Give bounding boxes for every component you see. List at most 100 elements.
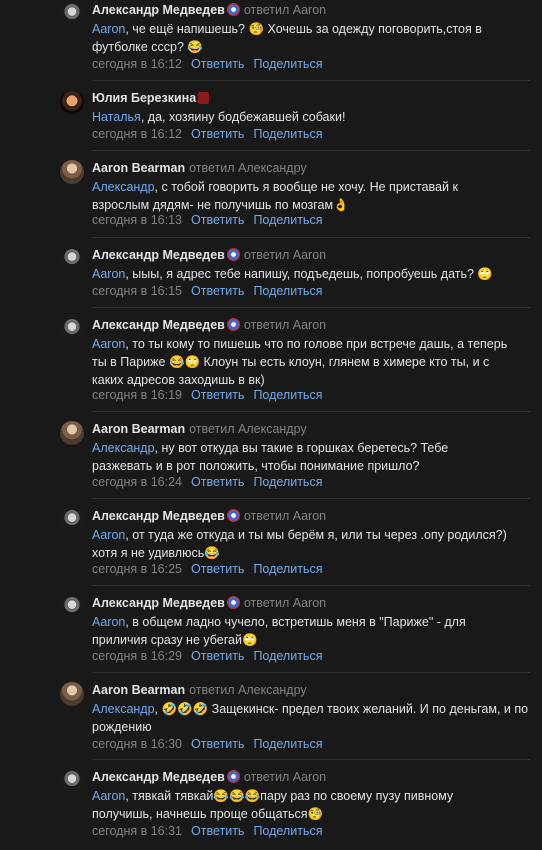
reply-button[interactable]: Ответить	[191, 284, 244, 298]
comment-date[interactable]: сегодня в 16:25	[92, 562, 182, 576]
comment-header: Александр Медведев ответил Aaron	[92, 508, 326, 524]
comment-text: Наталья, да, хозяину бодбежавшей собаки!	[92, 108, 512, 126]
mention-link[interactable]: Aaron	[92, 615, 125, 629]
comment-text: Aaron, то ты кому то пишешь что по голов…	[92, 335, 522, 389]
reply-to[interactable]: ответил Александру	[189, 683, 307, 697]
comment-body: , да, хозяину бодбежавшей собаки!	[140, 110, 346, 124]
share-button[interactable]: Поделиться	[253, 649, 322, 663]
comment-header: Александр Медведев ответил Aaron	[92, 247, 326, 263]
avatar[interactable]	[60, 508, 84, 532]
author-name[interactable]: Александр Медведев	[92, 3, 225, 17]
comment-date[interactable]: сегодня в 16:31	[92, 824, 182, 838]
avatar[interactable]	[60, 317, 84, 341]
share-button[interactable]: Поделиться	[253, 475, 322, 489]
comment-text: Aaron, тявкай тявкай😂😂😂пару раз по своем…	[92, 787, 492, 823]
avatar[interactable]	[60, 90, 84, 114]
reply-to[interactable]: ответил Александру	[189, 161, 307, 175]
reply-to[interactable]: ответил Aaron	[244, 318, 326, 332]
comment-header: Юлия Березкина	[92, 90, 210, 106]
avatar[interactable]	[60, 769, 84, 793]
share-button[interactable]: Поделиться	[253, 284, 322, 298]
author-name[interactable]: Александр Медведев	[92, 770, 225, 784]
divider	[92, 307, 530, 308]
reply-button[interactable]: Ответить	[191, 649, 244, 663]
avatar[interactable]	[60, 421, 84, 445]
share-button[interactable]: Поделиться	[253, 127, 322, 141]
comment-date[interactable]: сегодня в 16:30	[92, 737, 182, 751]
author-name[interactable]: Aaron Bearman	[92, 422, 185, 436]
comment-header: Александр Медведев ответил Aaron	[92, 2, 326, 18]
captain-america-icon	[226, 248, 240, 261]
devil-icon	[198, 92, 210, 104]
comment-date[interactable]: сегодня в 16:12	[92, 57, 182, 71]
reply-button[interactable]: Ответить	[191, 475, 244, 489]
comment-header: Aaron Bearman ответил Александру	[92, 682, 307, 698]
mention-link[interactable]: Александр	[92, 180, 155, 194]
share-button[interactable]: Поделиться	[253, 562, 322, 576]
author-name[interactable]: Юлия Березкина	[92, 91, 196, 105]
avatar[interactable]	[60, 247, 84, 271]
share-button[interactable]: Поделиться	[253, 737, 322, 751]
share-button[interactable]: Поделиться	[253, 213, 322, 227]
comment-text: Aaron, ыыы, я адрес тебе напишу, подъеде…	[92, 265, 522, 283]
author-name[interactable]: Aaron Bearman	[92, 161, 185, 175]
reply-to[interactable]: ответил Aaron	[244, 596, 326, 610]
reply-to[interactable]: ответил Aaron	[244, 3, 326, 17]
share-button[interactable]: Поделиться	[253, 388, 322, 402]
reply-button[interactable]: Ответить	[191, 824, 244, 838]
reply-button[interactable]: Ответить	[191, 562, 244, 576]
author-name[interactable]: Александр Медведев	[92, 509, 225, 523]
comment-date[interactable]: сегодня в 16:19	[92, 388, 182, 402]
reply-button[interactable]: Ответить	[191, 737, 244, 751]
author-name[interactable]: Александр Медведев	[92, 248, 225, 262]
mention-link[interactable]: Александр	[92, 441, 155, 455]
share-button[interactable]: Поделиться	[253, 824, 322, 838]
reply-button[interactable]: Ответить	[191, 127, 244, 141]
comment-meta: сегодня в 16:12 Ответить Поделиться	[92, 56, 322, 72]
comment-meta: сегодня в 16:30 Ответить Поделиться	[92, 736, 322, 752]
comment-date[interactable]: сегодня в 16:24	[92, 475, 182, 489]
author-name[interactable]: Александр Медведев	[92, 318, 225, 332]
reply-to[interactable]: ответил Aaron	[244, 509, 326, 523]
divider	[92, 672, 530, 673]
comment-header: Александр Медведев ответил Aaron	[92, 595, 326, 611]
divider	[92, 150, 530, 151]
comment-date[interactable]: сегодня в 16:12	[92, 127, 182, 141]
mention-link[interactable]: Александр	[92, 702, 155, 716]
comment-text: Aaron, в общем ладно чучело, встретишь м…	[92, 613, 512, 649]
comment-date[interactable]: сегодня в 16:29	[92, 649, 182, 663]
mention-link[interactable]: Наталья	[92, 110, 141, 124]
avatar[interactable]	[60, 682, 84, 706]
avatar[interactable]	[60, 2, 84, 26]
comment-text: Александр, 🤣🤣🤣 Защекинск- предел твоих ж…	[92, 700, 532, 736]
reply-button[interactable]: Ответить	[191, 57, 244, 71]
share-button[interactable]: Поделиться	[253, 57, 322, 71]
author-name[interactable]: Александр Медведев	[92, 596, 225, 610]
captain-america-icon	[226, 770, 240, 783]
reply-to[interactable]: ответил Aaron	[244, 770, 326, 784]
comment-meta: сегодня в 16:24 Ответить Поделиться	[92, 474, 322, 490]
mention-link[interactable]: Aaron	[92, 528, 125, 542]
comment-text: Александр, с тобой говорить я вообще не …	[92, 178, 492, 214]
reply-button[interactable]: Ответить	[191, 388, 244, 402]
comment-body: , от туда же откуда и ты мы берём я, или…	[92, 528, 507, 560]
reply-to[interactable]: ответил Александру	[189, 422, 307, 436]
reply-to[interactable]: ответил Aaron	[244, 248, 326, 262]
mention-link[interactable]: Aaron	[92, 789, 125, 803]
comment-date[interactable]: сегодня в 16:13	[92, 213, 182, 227]
divider	[92, 80, 530, 81]
comment-header: Aaron Bearman ответил Александру	[92, 421, 307, 437]
comment-meta: сегодня в 16:13 Ответить Поделиться	[92, 212, 322, 228]
comment-date[interactable]: сегодня в 16:15	[92, 284, 182, 298]
captain-america-icon	[226, 509, 240, 522]
mention-link[interactable]: Aaron	[92, 267, 125, 281]
mention-link[interactable]: Aaron	[92, 22, 125, 36]
reply-button[interactable]: Ответить	[191, 213, 244, 227]
comment-body: , в общем ладно чучело, встретишь меня в…	[92, 615, 466, 647]
comment-body: , то ты кому то пишешь что по голове при…	[92, 337, 508, 387]
avatar[interactable]	[60, 160, 84, 184]
avatar[interactable]	[60, 595, 84, 619]
author-name[interactable]: Aaron Bearman	[92, 683, 185, 697]
mention-link[interactable]: Aaron	[92, 337, 125, 351]
divider	[92, 759, 530, 760]
